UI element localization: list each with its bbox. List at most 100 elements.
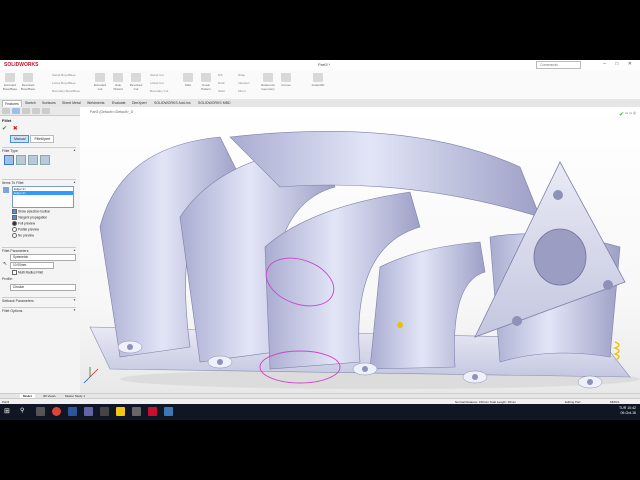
graphics-viewport[interactable]: Part3 (Default<<Default>_D ✔ ▭ ◇ ◎ [80, 107, 640, 393]
fillet-button[interactable]: Fillet [180, 73, 196, 95]
revolve-cut-icon [131, 73, 141, 82]
task-view-icon[interactable] [36, 407, 45, 416]
breadcrumb[interactable]: Part3 (Default<<Default>_D [90, 110, 133, 114]
collapse-icon[interactable]: ▲ [73, 180, 76, 184]
linear-pattern-button[interactable]: Linear Pattern [198, 73, 214, 95]
shell-button[interactable]: Shell [218, 89, 225, 93]
search-icon[interactable]: ⚲ [20, 407, 29, 416]
tab-weldments[interactable]: Weldments [85, 100, 106, 106]
cut-icon [95, 73, 105, 82]
tab-filletxpert[interactable]: FilletXpert [30, 135, 55, 143]
items-to-fillet-list[interactable]: Edge<1> Edge<2> [12, 186, 74, 208]
expand-icon[interactable]: ▼ [73, 308, 76, 312]
view-toolbar[interactable]: ▭ ◇ ◎ [625, 111, 636, 115]
checkbox-unchecked [12, 270, 17, 275]
ok-icon[interactable]: ✔ [2, 126, 7, 132]
intersect-button[interactable]: Intersect [238, 81, 250, 85]
expand-icon[interactable]: ▼ [73, 298, 76, 302]
handle-icon[interactable] [397, 322, 403, 328]
fillet-options-section[interactable]: Fillet Options ▼ [2, 307, 76, 313]
revolved-boss-button[interactable]: Revolved Boss/Base [20, 73, 36, 95]
tab-surfaces[interactable]: Surfaces [40, 100, 58, 106]
variable-radius-fillet-icon[interactable] [16, 155, 26, 165]
panel-title: Fillet [2, 118, 12, 123]
window-controls[interactable]: – □ ✕ [603, 61, 636, 67]
no-preview-radio[interactable]: No preview [12, 233, 34, 238]
extruded-boss-button[interactable]: Extruded Boss/Base [2, 73, 18, 95]
instant3d-button[interactable]: Instant3D [310, 73, 326, 95]
boundary-cut-button[interactable]: Boundary Cut [150, 89, 168, 93]
face-fillet-icon[interactable] [28, 155, 38, 165]
confirm-corner-ok-icon[interactable]: ✔ [619, 111, 624, 118]
show-selection-toolbar-checkbox[interactable]: Show selection toolbar [12, 209, 50, 214]
extruded-cut-button[interactable]: Extruded Cut [92, 73, 108, 95]
triad-icon [83, 367, 99, 384]
solidworks-taskbar-icon[interactable] [148, 407, 157, 416]
boundary-boss-button[interactable]: Boundary Boss/Base [52, 89, 80, 93]
list-item-selected[interactable]: Edge<2> [13, 191, 73, 195]
fillet-mode-tabs: Manual FilletXpert [10, 135, 55, 143]
fillet-icon [183, 73, 193, 82]
hole-wizard-button[interactable]: Hole Wizard [110, 73, 126, 95]
setback-parameters-section[interactable]: Setback Parameters ▼ [2, 297, 76, 303]
revolved-cut-button[interactable]: Revolved Cut [128, 73, 144, 95]
clock-time: 10:42 [627, 406, 636, 410]
cancel-icon[interactable]: ✖ [13, 126, 18, 132]
tab-addins[interactable]: SOLIDWORKS Add-Ins [152, 100, 193, 106]
tab-features[interactable]: Features [2, 100, 22, 107]
pattern-icon [201, 73, 211, 82]
curves-button[interactable]: Curves [278, 73, 294, 95]
lofted-cut-button[interactable]: Lofted Cut [150, 81, 164, 85]
explorer-icon[interactable] [100, 407, 109, 416]
reference-geometry-button[interactable]: Reference Geometry [260, 73, 276, 95]
system-tray[interactable]: TUR 10:42 09-Oct-16 [619, 406, 636, 416]
fillet-method-dropdown[interactable]: Symmetric [10, 254, 76, 261]
wrap-button[interactable]: Wrap [238, 73, 245, 77]
edge-selection-icon [3, 187, 9, 193]
swept-cut-button[interactable]: Swept Cut [150, 73, 164, 77]
full-preview-radio[interactable]: Full preview [12, 221, 35, 226]
app-icon[interactable] [164, 407, 173, 416]
mirror-button[interactable]: Mirror [238, 89, 246, 93]
windows-start-icon[interactable]: ⊞ [4, 407, 13, 416]
radius-input[interactable]: 10.00mm [10, 262, 54, 269]
tab-sheet-metal[interactable]: Sheet Metal [60, 100, 83, 106]
fillet-callout-icon[interactable] [613, 341, 620, 361]
language-indicator[interactable]: TUR [619, 406, 626, 410]
full-round-fillet-icon[interactable] [40, 155, 50, 165]
constant-radius-fillet-icon[interactable] [4, 155, 14, 165]
solidworks-logo[interactable]: SOLIDWORKS [4, 62, 38, 68]
collapse-icon[interactable]: ▲ [73, 148, 76, 152]
collapse-icon[interactable]: ▲ [73, 248, 76, 252]
property-manager-tab-icon[interactable] [12, 108, 20, 114]
display-tab-icon[interactable] [42, 108, 50, 114]
dimxpert-tab-icon[interactable] [32, 108, 40, 114]
manager-tabs [0, 107, 80, 116]
profile-dropdown[interactable]: Circular [10, 284, 76, 291]
chrome-icon[interactable] [52, 407, 61, 416]
swept-boss-button[interactable]: Swept Boss/Base [52, 73, 76, 77]
app-icon[interactable] [84, 407, 93, 416]
tab-manual[interactable]: Manual [10, 135, 30, 143]
tab-evaluate[interactable]: Evaluate [110, 100, 128, 106]
draft-button[interactable]: Draft [218, 81, 225, 85]
folder-icon[interactable] [116, 407, 125, 416]
fillet-parameters-section[interactable]: Fillet Parameters ▲ [2, 247, 76, 253]
feature-tree-tab-icon[interactable] [2, 108, 10, 114]
store-icon[interactable] [132, 407, 141, 416]
solidworks-window: SOLIDWORKS Part3 * Commands – □ ✕ Extrud… [0, 60, 640, 420]
exhaust-manifold-model[interactable] [80, 107, 640, 393]
tangent-propagation-checkbox[interactable]: Tangent propagation [12, 215, 47, 220]
lofted-boss-button[interactable]: Lofted Boss/Base [52, 81, 76, 85]
tab-mbd[interactable]: SOLIDWORKS MBD [196, 100, 232, 106]
items-to-fillet-section[interactable]: Items To Fillet ▲ [2, 179, 76, 185]
word-icon[interactable] [68, 407, 77, 416]
tab-sketch[interactable]: Sketch [23, 100, 38, 106]
search-commands-input[interactable]: Commands [536, 61, 581, 69]
partial-preview-radio[interactable]: Partial preview [12, 227, 39, 232]
tab-dimxpert[interactable]: DimXpert [130, 100, 149, 106]
fillet-type-section[interactable]: Fillet Type ▲ [2, 147, 76, 153]
multi-radius-fillet-checkbox[interactable]: Multi Radius Fillet [12, 270, 43, 275]
rib-button[interactable]: Rib [218, 73, 223, 77]
configuration-tab-icon[interactable] [22, 108, 30, 114]
